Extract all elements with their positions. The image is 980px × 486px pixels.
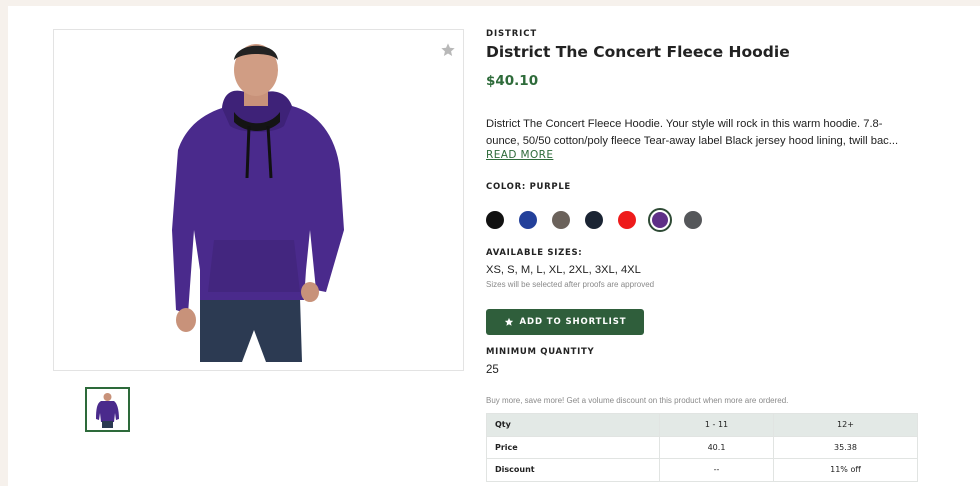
table-row: Price 40.1 35.38 xyxy=(486,435,918,459)
shortlist-button-label: ADD TO SHORTLIST xyxy=(519,317,627,327)
read-more-link[interactable]: READ MORE xyxy=(486,149,553,161)
table-header-cell: 1 - 11 xyxy=(659,413,774,437)
table-cell: -- xyxy=(659,458,774,482)
product-title: District The Concert Fleece Hoodie xyxy=(486,43,790,61)
color-label: COLOR: PURPLE xyxy=(486,182,571,192)
color-swatch-royal[interactable] xyxy=(519,211,537,229)
description-line: District The Concert Fleece Hoodie. Your… xyxy=(486,118,883,130)
volume-pricing-table: Qty 1 - 11 12+ Price 40.1 35.38 Discount… xyxy=(486,413,918,482)
minimum-quantity-label: MINIMUM QUANTITY xyxy=(486,347,595,357)
table-header-cell: Qty xyxy=(486,413,660,437)
table-cell: 11% off xyxy=(773,458,918,482)
table-cell: 35.38 xyxy=(773,435,918,459)
sizes-note: Sizes will be selected after proofs are … xyxy=(486,280,655,289)
volume-discount-note: Buy more, save more! Get a volume discou… xyxy=(486,396,789,405)
color-swatch-charcoal[interactable] xyxy=(684,211,702,229)
sizes-label: AVAILABLE SIZES: xyxy=(486,248,583,258)
table-header-cell: 12+ xyxy=(773,413,918,437)
color-swatch-purple[interactable] xyxy=(648,208,672,232)
brand-name: DISTRICT xyxy=(486,29,538,39)
table-cell: 40.1 xyxy=(659,435,774,459)
product-image[interactable] xyxy=(53,29,464,371)
add-to-shortlist-button[interactable]: ADD TO SHORTLIST xyxy=(486,309,644,335)
sizes-list: XS, S, M, L, XL, 2XL, 3XL, 4XL xyxy=(486,264,641,276)
color-swatch-grey-brown[interactable] xyxy=(552,211,570,229)
table-cell: Price xyxy=(486,435,660,459)
table-row: Discount -- 11% off xyxy=(486,458,918,482)
color-swatch-black[interactable] xyxy=(486,211,504,229)
product-description: District The Concert Fleece Hoodie. Your… xyxy=(486,116,921,150)
table-cell: Discount xyxy=(486,458,660,482)
product-thumbnail[interactable] xyxy=(85,387,130,432)
star-icon xyxy=(504,317,513,326)
hoodie-model-illustration xyxy=(172,44,344,362)
color-swatch-red[interactable] xyxy=(618,211,636,229)
product-price: $40.10 xyxy=(486,73,539,89)
color-swatches xyxy=(486,208,717,232)
thumbnail-image xyxy=(87,389,128,430)
table-header-row: Qty 1 - 11 12+ xyxy=(486,413,918,437)
favorite-star-icon[interactable] xyxy=(440,42,456,58)
minimum-quantity-value: 25 xyxy=(486,364,499,376)
description-line: ounce, 50/50 cotton/poly fleece Tear-awa… xyxy=(486,135,899,147)
color-swatch-navy[interactable] xyxy=(585,211,603,229)
